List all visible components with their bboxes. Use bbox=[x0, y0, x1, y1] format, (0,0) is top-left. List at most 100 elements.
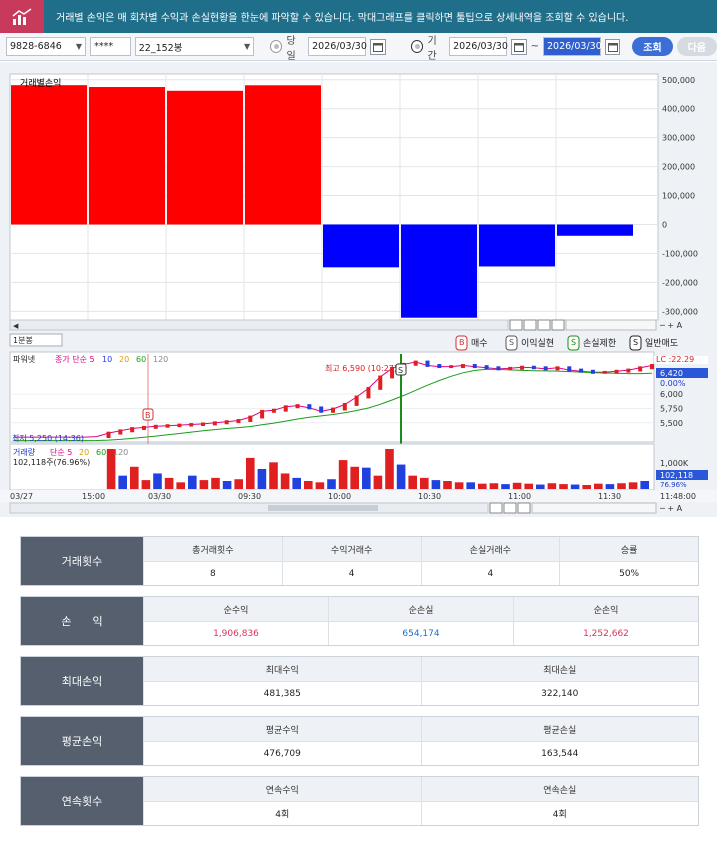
marker-legend-label: 일반매도 bbox=[645, 338, 678, 349]
volume-bar bbox=[222, 481, 232, 489]
volume-label: 102,118주(76.96%) bbox=[13, 458, 90, 467]
volume-bar bbox=[234, 479, 243, 489]
pnl-bar-2[interactable] bbox=[89, 87, 165, 225]
pnl-bar-1[interactable] bbox=[11, 85, 87, 225]
pnl-chart-scrollbar[interactable] bbox=[9, 319, 509, 331]
first-page-icon[interactable] bbox=[509, 319, 523, 331]
candle bbox=[650, 364, 654, 370]
pct-label: 0.00% bbox=[660, 379, 686, 388]
chart-tools[interactable] bbox=[565, 319, 657, 331]
volume-bar bbox=[408, 475, 417, 489]
volume-bar bbox=[315, 482, 325, 489]
volume-bar bbox=[362, 467, 371, 489]
candle bbox=[543, 366, 548, 371]
low-annotation: 최저 5,250 (14:36) bbox=[12, 433, 84, 443]
today-date-input[interactable]: 2026/03/30 bbox=[308, 37, 367, 56]
candle bbox=[579, 368, 584, 373]
value-cell: 4 bbox=[281, 561, 421, 585]
time-tick-label: 10:00 bbox=[328, 492, 351, 501]
price-legend-item: 20 bbox=[119, 355, 129, 364]
pnl-bar-7[interactable] bbox=[479, 224, 555, 267]
value-cell: 4 bbox=[420, 561, 560, 585]
chart-tools[interactable] bbox=[531, 502, 657, 514]
pnl-bar-6[interactable] bbox=[401, 224, 477, 318]
next-button[interactable]: 다음 bbox=[676, 37, 717, 56]
volume-bar bbox=[466, 482, 475, 489]
volume-bar bbox=[524, 483, 533, 489]
calendar-icon[interactable] bbox=[370, 38, 386, 55]
header-cell: 최대수익 bbox=[143, 657, 421, 681]
pnl-bar-4[interactable] bbox=[245, 85, 321, 225]
value-cell: 163,544 bbox=[420, 741, 698, 765]
zoom-icons[interactable]: ─ + A bbox=[659, 504, 683, 513]
candle bbox=[531, 365, 536, 370]
volume-bar bbox=[385, 449, 394, 489]
period-radio[interactable] bbox=[410, 40, 424, 53]
chart-icon bbox=[0, 0, 44, 33]
trade-count-section: 거래횟수 총거래횟수 수익거래수 손실거래수 승률 8 4 4 50% bbox=[20, 536, 699, 586]
candle bbox=[260, 409, 265, 419]
header-cell: 평균손실 bbox=[420, 717, 698, 741]
candle bbox=[590, 369, 595, 374]
marker-legend-label: 손실제한 bbox=[583, 338, 616, 349]
time-tick-label: 11:48:00 bbox=[660, 492, 696, 501]
time-tick-label: 10:30 bbox=[418, 492, 441, 501]
volume-bar bbox=[547, 483, 557, 489]
password-input[interactable]: **** bbox=[90, 37, 131, 56]
volume-bar bbox=[640, 481, 649, 489]
pnl-chart-title: 거래별손익 bbox=[20, 77, 61, 89]
volume-bar bbox=[338, 460, 348, 489]
period-start-input[interactable]: 2026/03/30 bbox=[449, 37, 508, 56]
prev-icon[interactable] bbox=[503, 502, 517, 514]
value-cell: 4회 bbox=[420, 801, 698, 825]
zoom-icons[interactable]: ─ + A bbox=[659, 321, 683, 330]
timeframe-label: 1분봉 bbox=[13, 336, 33, 345]
price-chart-scrollbar[interactable] bbox=[9, 502, 489, 514]
volume-bar bbox=[153, 473, 162, 489]
volume-bar bbox=[617, 483, 626, 489]
period-separator: ~ bbox=[530, 41, 539, 52]
stop-icon[interactable] bbox=[537, 319, 551, 331]
charts-svg: 500,000 400,000 300,000 200,000 100,000 0 -100… bbox=[0, 73, 717, 514]
next-icon[interactable] bbox=[551, 319, 565, 331]
candle bbox=[567, 366, 572, 372]
calendar-icon[interactable] bbox=[604, 38, 621, 55]
value-cell: 481,385 bbox=[143, 681, 421, 705]
period-label: 기간 bbox=[427, 35, 437, 62]
volume-bar bbox=[188, 475, 197, 489]
account-select[interactable]: 9828-6846 ▼ bbox=[6, 37, 87, 56]
candle bbox=[378, 375, 383, 390]
calendar-icon[interactable] bbox=[511, 38, 527, 55]
value-cell: 4회 bbox=[143, 801, 421, 825]
value-cell: 8 bbox=[143, 561, 282, 585]
pnl-bar-5[interactable] bbox=[323, 224, 399, 268]
today-radio[interactable] bbox=[269, 40, 283, 53]
scroll-left-icon[interactable]: ◀ bbox=[13, 322, 19, 330]
y-tick-label: 100,000 bbox=[662, 192, 695, 201]
first-page-icon[interactable] bbox=[489, 502, 503, 514]
stop-icon[interactable] bbox=[517, 502, 531, 514]
time-tick-label: 15:00 bbox=[82, 492, 105, 501]
header-cell: 순손실 bbox=[328, 597, 513, 621]
volume-bar bbox=[559, 484, 568, 489]
candle bbox=[212, 421, 217, 426]
volume-bar bbox=[420, 477, 429, 489]
pnl-bar-8[interactable] bbox=[557, 224, 633, 236]
pnl-bar-3[interactable] bbox=[167, 90, 243, 225]
header-cell: 평균수익 bbox=[143, 717, 421, 741]
candle bbox=[614, 369, 619, 374]
item-select[interactable]: 22_152봉 ▼ bbox=[134, 37, 255, 56]
prev-icon[interactable] bbox=[523, 319, 537, 331]
candle bbox=[271, 408, 276, 413]
candle bbox=[153, 424, 158, 429]
y-tick-label: -100,000 bbox=[662, 249, 698, 258]
volume-pct: 76.96% bbox=[660, 481, 687, 489]
period-end-input[interactable]: 2026/03/30 bbox=[542, 37, 602, 56]
section-title: 손 익 bbox=[21, 597, 143, 645]
header-cell: 순수익 bbox=[143, 597, 328, 621]
high-annotation: 최고 6,590 (10:27) bbox=[325, 363, 397, 373]
candle bbox=[496, 366, 501, 371]
scroll-thumb[interactable] bbox=[268, 505, 378, 511]
search-button[interactable]: 조회 bbox=[632, 37, 673, 56]
candle bbox=[602, 370, 607, 374]
